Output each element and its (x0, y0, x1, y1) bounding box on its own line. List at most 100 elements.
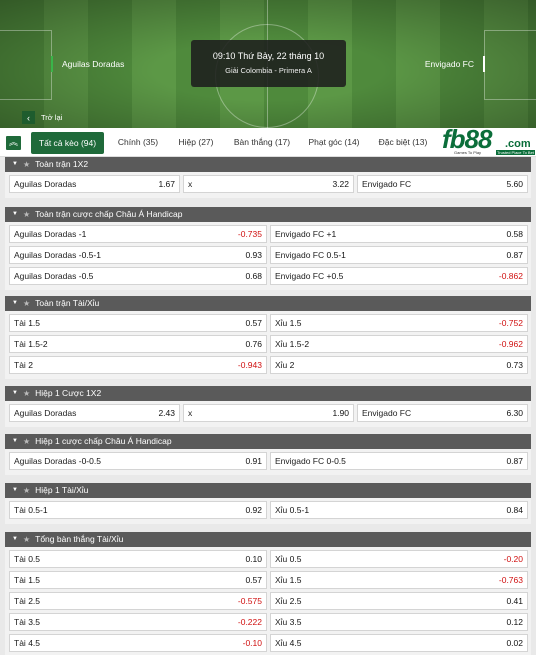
selection-label: Xỉu 1.5 (275, 575, 302, 585)
market-rows: Aguilas Doradas -0-0.5 0.91 Envigado FC 0-… (5, 449, 531, 475)
tab-half[interactable]: Hiệp (27) (170, 128, 222, 157)
market-rows: Tài 1.5 0.57 Xỉu 1.5 -0.752 Tài 1.5-2 0.76 Xỉu… (5, 311, 531, 379)
league-name: Giải Colombia - Primera A (225, 66, 312, 75)
triangle-down-icon[interactable]: ▼ (12, 483, 18, 498)
odds-cell[interactable]: x 3.22 (183, 175, 354, 193)
selection-label: Aguilas Doradas -0.5-1 (14, 250, 101, 260)
odds-cell[interactable]: Tài 0.5-1 0.92 (9, 501, 267, 519)
selection-name: x (188, 179, 193, 189)
odds-cell[interactable]: Xỉu 1.5 -0.763 (270, 571, 528, 589)
market-title: Toàn trận Tài/Xỉu (35, 298, 100, 308)
handicap-line: 0.5-1 (326, 250, 346, 260)
odds-cell[interactable]: Tài 2 -0.943 (9, 356, 267, 374)
market-header[interactable]: ▼ ★ Hiệp 1 cược chấp Châu Á Handicap (5, 434, 531, 449)
market-header[interactable]: ▼ ★ Tổng bàn thắng Tài/Xỉu (5, 532, 531, 547)
market-block: ▼ ★ Toàn trận cược chấp Châu Á Handicap Agu… (5, 207, 531, 290)
selection-name: Aguilas Doradas (14, 408, 77, 418)
odds-cell[interactable]: Aguilas Doradas -0.5 0.68 (9, 267, 267, 285)
odds-value: 0.76 (245, 339, 262, 349)
selection-name: Xỉu (275, 554, 288, 564)
market-header[interactable]: ▼ ★ Hiệp 1 Cược 1X2 (5, 386, 531, 401)
odds-row: Tài 4.5 -0.10 Xỉu 4.5 0.02 (9, 634, 528, 652)
market-header[interactable]: ▼ ★ Toàn trận cược chấp Châu Á Handicap (5, 207, 531, 222)
selection-name: Envigado FC (275, 271, 325, 281)
selection-name: Xỉu (275, 638, 288, 648)
odds-cell[interactable]: Xỉu 3.5 0.12 (270, 613, 528, 631)
selection-label: x (188, 408, 192, 418)
double-chevron-up-icon[interactable]: ︽ (6, 136, 21, 150)
handicap-line: 1.5 (289, 575, 302, 585)
star-icon[interactable]: ★ (23, 296, 30, 311)
handicap-line: 1.5 (28, 318, 41, 328)
odds-row: Aguilas Doradas -0-0.5 0.91 Envigado FC 0-… (9, 452, 528, 470)
market-rows: Aguilas Doradas 1.67 x 3.22 Envigado FC 5.60 (5, 172, 531, 198)
odds-row: Aguilas Doradas 1.67 x 3.22 Envigado FC 5.60 (9, 175, 528, 193)
odds-cell[interactable]: Xỉu 0.5-1 0.84 (270, 501, 528, 519)
odds-cell[interactable]: Xỉu 1.5-2 -0.962 (270, 335, 528, 353)
triangle-down-icon[interactable]: ▼ (12, 532, 18, 547)
back-button[interactable]: ‹ Trở lại (22, 111, 62, 124)
tab-special[interactable]: Đặc biệt (13) (372, 128, 434, 157)
star-icon[interactable]: ★ (23, 532, 30, 547)
handicap-line: 4.5 (289, 638, 302, 648)
odds-cell[interactable]: Aguilas Doradas -0-0.5 0.91 (9, 452, 267, 470)
odds-cell[interactable]: Envigado FC 0.5-1 0.87 (270, 246, 528, 264)
odds-value: 0.84 (506, 505, 523, 515)
star-icon[interactable]: ★ (23, 386, 30, 401)
odds-cell[interactable]: Envigado FC +0.5 -0.862 (270, 267, 528, 285)
odds-cell[interactable]: Envigado FC +1 0.58 (270, 225, 528, 243)
selection-name: Aguilas Doradas (14, 229, 77, 239)
selection-label: Envigado FC 0.5-1 (275, 250, 346, 260)
tab-goals[interactable]: Bàn thắng (17) (228, 128, 296, 157)
selection-label: Envigado FC +1 (275, 229, 336, 239)
odds-cell[interactable]: Xỉu 1.5 -0.752 (270, 314, 528, 332)
handicap-line: +1 (326, 229, 337, 239)
odds-cell[interactable]: Tài 1.5 0.57 (9, 571, 267, 589)
market-block: ▼ ★ Toàn trận 1X2 Aguilas Doradas 1.67 x 3.22 E… (5, 157, 531, 198)
tab-main[interactable]: Chính (35) (110, 128, 166, 157)
odds-cell[interactable]: Envigado FC 6.30 (357, 404, 528, 422)
odds-cell[interactable]: x 1.90 (183, 404, 354, 422)
odds-cell[interactable]: Tài 0.5 0.10 (9, 550, 267, 568)
tab-corners[interactable]: Phạt góc (14) (302, 128, 366, 157)
triangle-down-icon[interactable]: ▼ (12, 207, 18, 222)
odds-cell[interactable]: Tài 3.5 -0.222 (9, 613, 267, 631)
triangle-down-icon[interactable]: ▼ (12, 157, 18, 172)
odds-cell[interactable]: Aguilas Doradas 1.67 (9, 175, 180, 193)
star-icon[interactable]: ★ (23, 483, 30, 498)
odds-row: Aguilas Doradas -0.5 0.68 Envigado FC +0.5… (9, 267, 528, 285)
odds-cell[interactable]: Xỉu 2 0.73 (270, 356, 528, 374)
triangle-down-icon[interactable]: ▼ (12, 434, 18, 449)
selection-name: Tài (14, 505, 26, 515)
away-team-name: Envigado FC (425, 56, 485, 72)
odds-cell[interactable]: Xỉu 2.5 0.41 (270, 592, 528, 610)
odds-cell[interactable]: Tài 1.5-2 0.76 (9, 335, 267, 353)
odds-cell[interactable]: Xỉu 4.5 0.02 (270, 634, 528, 652)
triangle-down-icon[interactable]: ▼ (12, 296, 18, 311)
odds-cell[interactable]: Tài 2.5 -0.575 (9, 592, 267, 610)
odds-cell[interactable]: Tài 4.5 -0.10 (9, 634, 267, 652)
odds-cell[interactable]: Aguilas Doradas 2.43 (9, 404, 180, 422)
market-header[interactable]: ▼ ★ Toàn trận 1X2 (5, 157, 531, 172)
market-header[interactable]: ▼ ★ Hiệp 1 Tài/Xỉu (5, 483, 531, 498)
odds-cell[interactable]: Aguilas Doradas -0.5-1 0.93 (9, 246, 267, 264)
star-icon[interactable]: ★ (23, 207, 30, 222)
star-icon[interactable]: ★ (23, 434, 30, 449)
star-icon[interactable]: ★ (23, 157, 30, 172)
odds-cell[interactable]: Xỉu 0.5 -0.20 (270, 550, 528, 568)
odds-cell[interactable]: Envigado FC 5.60 (357, 175, 528, 193)
odds-row: Tài 1.5-2 0.76 Xỉu 1.5-2 -0.962 (9, 335, 528, 353)
triangle-down-icon[interactable]: ▼ (12, 386, 18, 401)
selection-label: Aguilas Doradas (14, 408, 76, 418)
selection-label: Xỉu 0.5-1 (275, 505, 309, 515)
odds-value: 0.12 (506, 617, 523, 627)
odds-cell[interactable]: Tài 1.5 0.57 (9, 314, 267, 332)
market-header[interactable]: ▼ ★ Toàn trận Tài/Xỉu (5, 296, 531, 311)
odds-cell[interactable]: Envigado FC 0-0.5 0.87 (270, 452, 528, 470)
odds-row: Tài 2.5 -0.575 Xỉu 2.5 0.41 (9, 592, 528, 610)
selection-name: Xỉu (275, 318, 288, 328)
tab-all[interactable]: Tất cả kèo (94) (31, 132, 104, 154)
selection-label: Aguilas Doradas -1 (14, 229, 86, 239)
odds-cell[interactable]: Aguilas Doradas -1 -0.735 (9, 225, 267, 243)
odds-row: Tài 2 -0.943 Xỉu 2 0.73 (9, 356, 528, 374)
